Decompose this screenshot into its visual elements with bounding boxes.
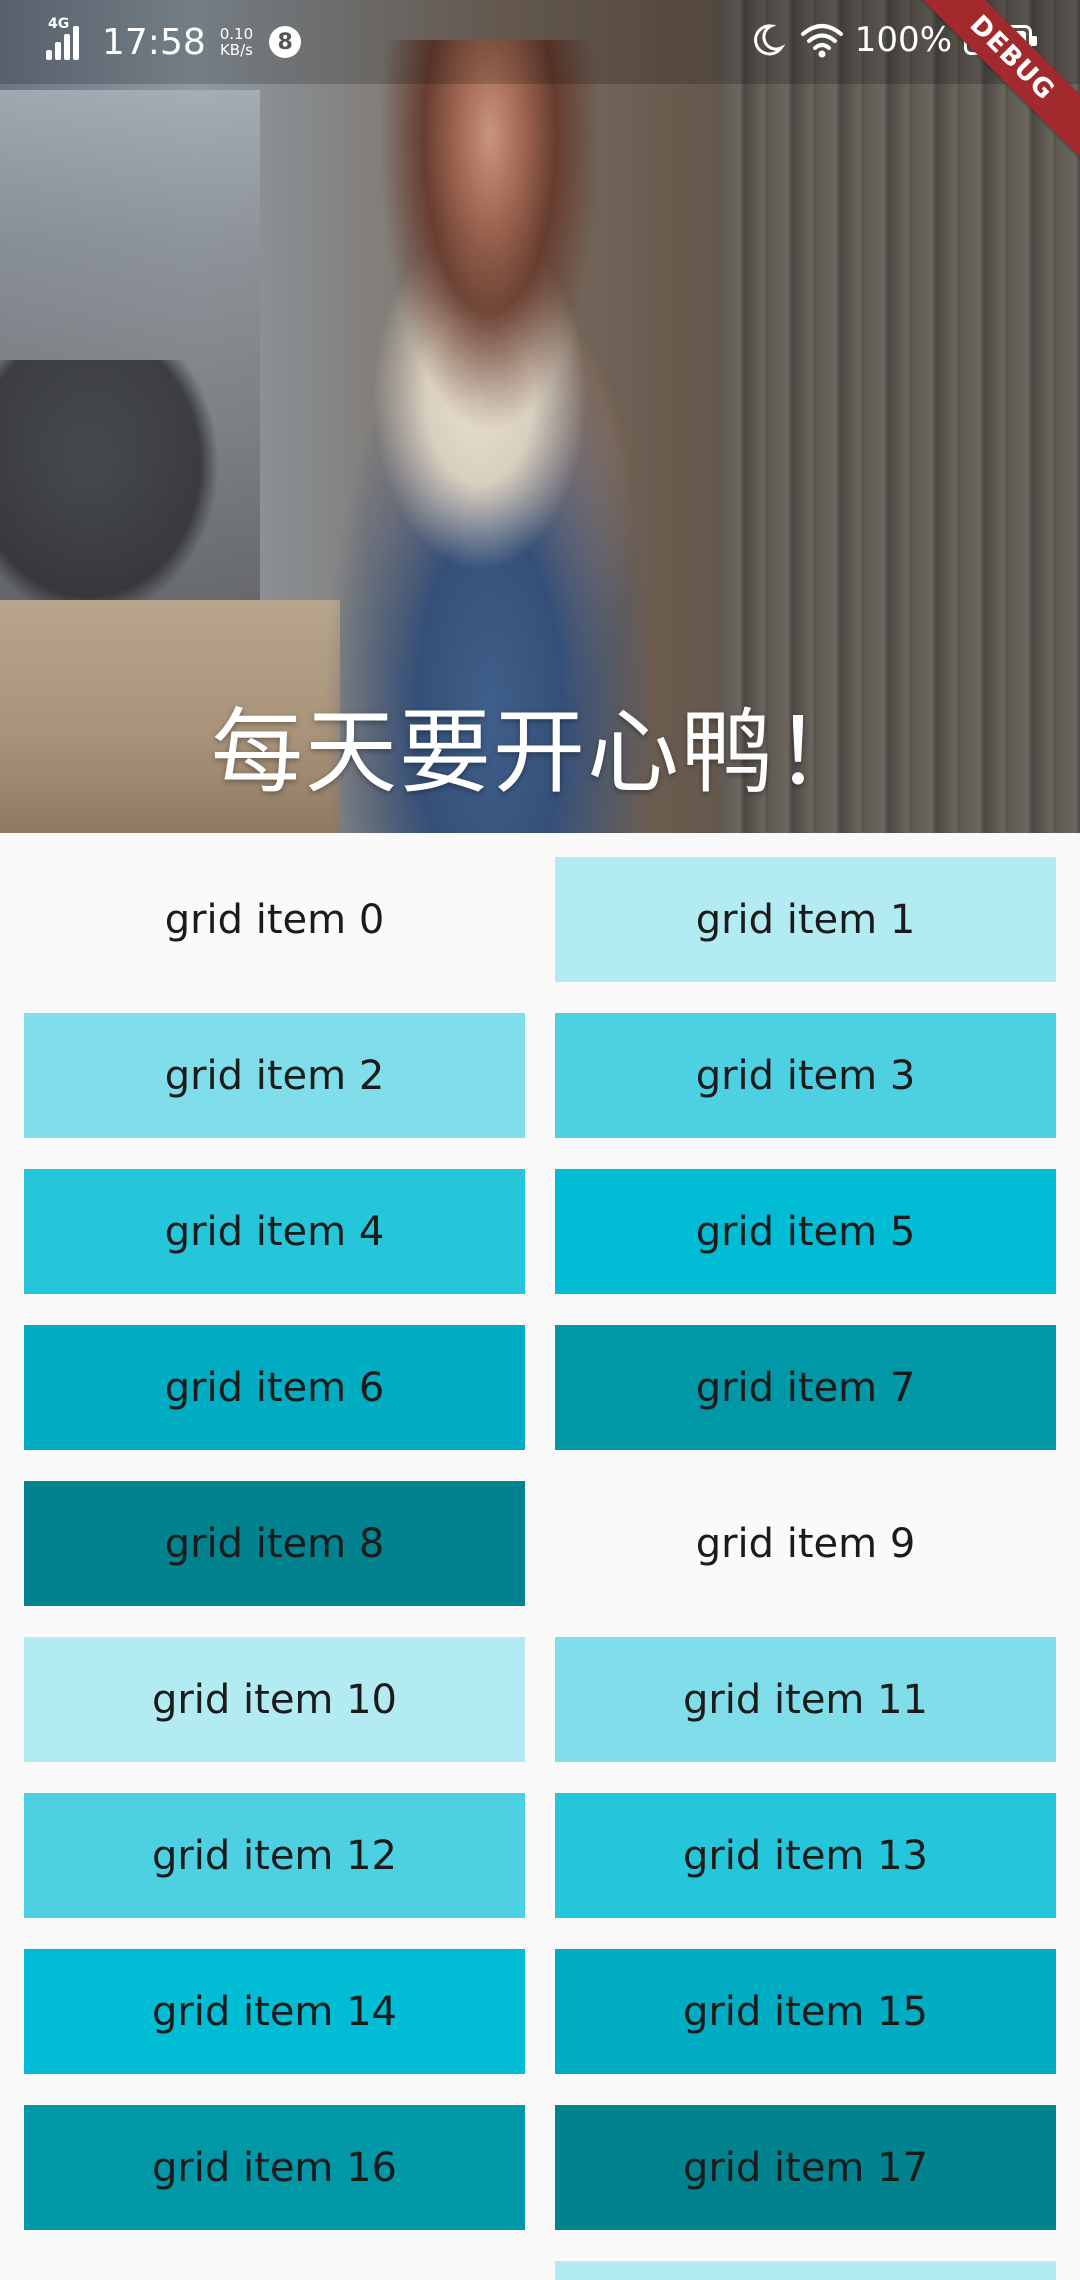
grid-item[interactable]: grid item 11 bbox=[555, 1637, 1056, 1762]
signal-icon: 4G bbox=[46, 16, 90, 64]
grid-item[interactable]: grid item 3 bbox=[555, 1013, 1056, 1138]
hero-header: 每天要开心鸭！ bbox=[0, 0, 1080, 833]
network-speed: 0.10 KB/s bbox=[220, 26, 253, 58]
battery-percent: 100% bbox=[854, 20, 952, 60]
wifi-icon bbox=[800, 24, 843, 58]
network-type: 4G bbox=[48, 16, 70, 32]
grid-view[interactable]: grid item 0 grid item 1 grid item 2 grid it… bbox=[24, 857, 1056, 2280]
grid-item[interactable]: grid item 4 bbox=[24, 1169, 525, 1294]
grid-item[interactable]: grid item 14 bbox=[24, 1949, 525, 2074]
grid-item[interactable]: grid item 7 bbox=[555, 1325, 1056, 1450]
grid-item[interactable]: grid item 5 bbox=[555, 1169, 1056, 1294]
grid-item[interactable]: grid item 1 bbox=[555, 857, 1056, 982]
grid-item[interactable]: grid item 6 bbox=[24, 1325, 525, 1450]
moon-icon bbox=[753, 24, 786, 56]
network-speed-value: 0.10 bbox=[219, 25, 254, 43]
grid-item[interactable]: grid item 17 bbox=[555, 2105, 1056, 2230]
grid-item[interactable] bbox=[24, 2261, 525, 2280]
grid-item[interactable]: grid item 12 bbox=[24, 1793, 525, 1918]
app-screen: 每天要开心鸭！ 4G 17:58 0.10 KB/s 8 100% DEBUG … bbox=[0, 0, 1080, 2280]
grid-item[interactable]: grid item 10 bbox=[24, 1637, 525, 1762]
hero-title: 每天要开心鸭！ bbox=[210, 699, 869, 806]
grid-item[interactable]: grid item 16 bbox=[24, 2105, 525, 2230]
status-time: 17:58 bbox=[102, 21, 206, 63]
grid-item[interactable]: grid item 15 bbox=[555, 1949, 1056, 2074]
grid-item[interactable]: grid item 13 bbox=[555, 1793, 1056, 1918]
status-left: 4G 17:58 0.10 KB/s 8 bbox=[46, 16, 302, 64]
notification-badge-icon: 8 bbox=[269, 26, 302, 58]
grid-item[interactable]: grid item 9 bbox=[555, 1481, 1056, 1606]
grid-item[interactable]: grid item 2 bbox=[24, 1013, 525, 1138]
grid-item[interactable]: grid item 0 bbox=[24, 857, 525, 982]
background-cars bbox=[0, 360, 220, 620]
status-bar: 4G 17:58 0.10 KB/s 8 100% bbox=[0, 0, 1080, 84]
network-speed-unit: KB/s bbox=[219, 41, 253, 59]
grid-item[interactable]: grid item 8 bbox=[24, 1481, 525, 1606]
grid-item[interactable] bbox=[555, 2261, 1056, 2280]
